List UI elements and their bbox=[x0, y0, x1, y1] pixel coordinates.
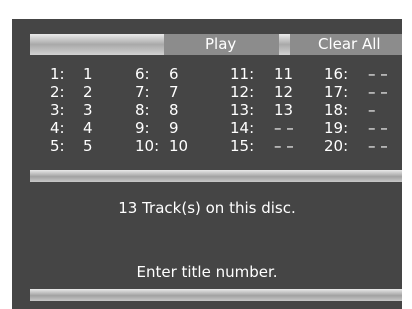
track-slot-value[interactable]: – – bbox=[274, 119, 294, 137]
track-slot-label: 13: bbox=[230, 101, 255, 119]
track-slot-value[interactable]: – – bbox=[368, 137, 388, 155]
program-screen: Play Clear All 1: 1 2: 2 3: 3 4: 4 5: 5 6: 6 7: 7 8: 8 9… bbox=[12, 19, 402, 309]
track-slot-label: 16: bbox=[324, 65, 349, 83]
track-slot-label: 17: bbox=[324, 83, 349, 101]
track-slot-value[interactable]: – – bbox=[368, 119, 388, 137]
track-slot-label: 9: bbox=[135, 119, 150, 137]
track-slot-value[interactable]: 11 bbox=[274, 65, 293, 83]
track-slot-value[interactable]: 13 bbox=[274, 101, 293, 119]
track-slot-label: 6: bbox=[135, 65, 150, 83]
track-program-grid: 1: 1 2: 2 3: 3 4: 4 5: 5 6: 6 7: 7 8: 8 9: 9 10: 10 11: 11 12:… bbox=[12, 65, 402, 175]
divider-bar bbox=[30, 170, 402, 182]
clear-all-button[interactable]: Clear All bbox=[290, 34, 402, 55]
track-slot-value[interactable]: 9 bbox=[169, 119, 179, 137]
track-slot-value[interactable]: 7 bbox=[169, 83, 179, 101]
track-slot-label: 8: bbox=[135, 101, 150, 119]
track-slot-value[interactable]: 6 bbox=[169, 65, 179, 83]
track-slot-value[interactable]: – – bbox=[368, 65, 388, 83]
track-slot-label: 5: bbox=[50, 137, 65, 155]
track-slot-label: 12: bbox=[230, 83, 255, 101]
track-slot-label: 10: bbox=[135, 137, 160, 155]
track-slot-value[interactable]: 5 bbox=[83, 137, 93, 155]
track-slot-label: 7: bbox=[135, 83, 150, 101]
play-button[interactable]: Play bbox=[164, 34, 279, 55]
track-slot-label: 19: bbox=[324, 119, 349, 137]
enter-title-prompt: Enter title number. bbox=[136, 263, 278, 281]
track-slot-label: 1: bbox=[50, 65, 65, 83]
track-slot-label: 15: bbox=[230, 137, 255, 155]
track-slot-value[interactable]: – – bbox=[368, 83, 388, 101]
track-slot-value[interactable]: 10 bbox=[169, 137, 188, 155]
track-slot-label: 3: bbox=[50, 101, 65, 119]
track-slot-label: 20: bbox=[324, 137, 349, 155]
track-slot-value[interactable]: 4 bbox=[83, 119, 93, 137]
track-slot-label: 11: bbox=[230, 65, 255, 83]
track-slot-label: 14: bbox=[230, 119, 255, 137]
track-slot-value[interactable]: – bbox=[368, 101, 376, 119]
track-slot-value[interactable]: 2 bbox=[83, 83, 93, 101]
track-slot-value[interactable]: 3 bbox=[83, 101, 93, 119]
track-slot-label: 4: bbox=[50, 119, 65, 137]
track-slot-value[interactable]: 12 bbox=[274, 83, 293, 101]
track-count-status: 13 Track(s) on this disc. bbox=[118, 199, 296, 217]
track-slot-value[interactable]: 8 bbox=[169, 101, 179, 119]
track-slot-value[interactable]: 1 bbox=[83, 65, 93, 83]
track-slot-label: 18: bbox=[324, 101, 349, 119]
bottom-bar bbox=[30, 289, 402, 301]
track-slot-value[interactable]: – – bbox=[274, 137, 294, 155]
track-slot-label: 2: bbox=[50, 83, 65, 101]
